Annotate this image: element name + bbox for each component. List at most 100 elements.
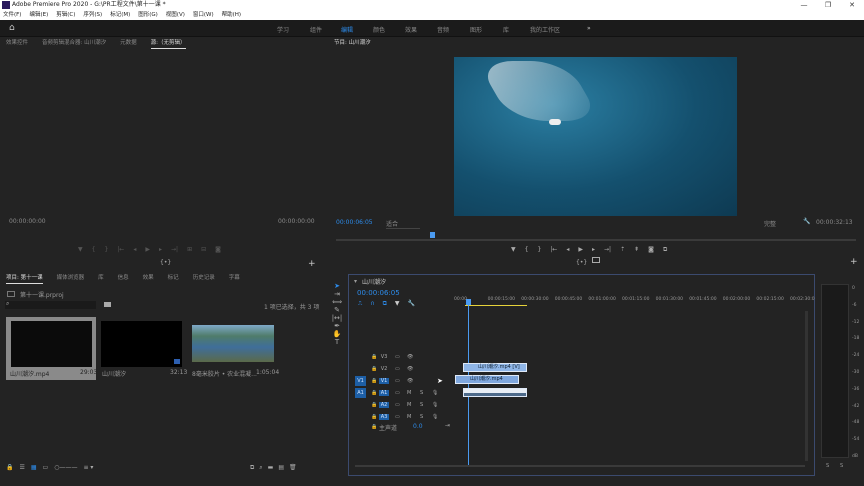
project-item-thumbnail[interactable] bbox=[192, 325, 274, 362]
lock-icon[interactable]: 🔒 bbox=[371, 354, 377, 360]
workspace-editing[interactable]: 编辑 bbox=[341, 25, 353, 34]
tab-info[interactable]: 信息 bbox=[118, 272, 129, 284]
close-button[interactable]: ✕ bbox=[840, 0, 864, 10]
go-to-end-icon[interactable]: ⇥ bbox=[445, 422, 450, 429]
mark-in-icon[interactable]: { bbox=[92, 246, 96, 253]
trash-icon[interactable]: 🗑 bbox=[289, 464, 297, 472]
track-select-tool-icon[interactable]: ⇥ bbox=[328, 290, 346, 298]
menu-marker[interactable]: 标记(M) bbox=[110, 10, 130, 20]
overlay-icon[interactable] bbox=[592, 257, 600, 263]
ripple-edit-tool-icon[interactable]: ⟺ bbox=[328, 298, 346, 306]
step-forward-icon[interactable]: ▸ bbox=[592, 246, 595, 254]
automate-to-sequence-icon[interactable]: ⧉ bbox=[250, 464, 254, 472]
safe-margins-icon[interactable]: {•} bbox=[576, 259, 587, 266]
tab-metadata[interactable]: 元数据 bbox=[120, 37, 137, 49]
overwrite-icon[interactable]: ⊟ bbox=[201, 246, 206, 253]
go-to-out-icon[interactable]: →| bbox=[604, 246, 611, 254]
project-item-name[interactable]: 山川潮汐.mp4 bbox=[10, 369, 49, 378]
new-bin-icon[interactable] bbox=[104, 302, 111, 307]
sequence-tab[interactable]: 山川潮汐 bbox=[362, 277, 386, 286]
lock-icon[interactable]: 🔒 bbox=[6, 464, 13, 471]
track-target[interactable]: V1 bbox=[379, 377, 389, 384]
sync-lock-icon[interactable]: ▭ bbox=[395, 402, 400, 408]
workspace-color[interactable]: 颜色 bbox=[373, 25, 385, 34]
microphone-icon[interactable]: 🎙 bbox=[432, 390, 438, 396]
mark-out-icon[interactable]: } bbox=[104, 246, 108, 253]
play-icon[interactable]: ▶ bbox=[578, 246, 583, 254]
project-item-thumbnail[interactable] bbox=[11, 321, 92, 367]
microphone-icon[interactable]: 🎙 bbox=[432, 414, 438, 420]
marker-icon[interactable]: ▼ bbox=[78, 246, 83, 253]
lock-icon[interactable]: 🔒 bbox=[371, 366, 377, 372]
menu-graphics[interactable]: 图形(G) bbox=[138, 10, 158, 20]
new-item-icon[interactable]: ▤ bbox=[278, 464, 284, 472]
tab-project[interactable]: 项目: 第十一课 bbox=[6, 272, 43, 284]
timeline-timecode[interactable]: 00:00:06:05 bbox=[357, 289, 400, 297]
timeline-horizontal-scrollbar[interactable] bbox=[355, 465, 805, 467]
lock-icon[interactable]: 🔒 bbox=[371, 414, 377, 420]
eye-icon[interactable]: 👁 bbox=[407, 354, 413, 360]
menu-help[interactable]: 帮助(H) bbox=[222, 10, 241, 20]
home-icon[interactable]: ⌂ bbox=[9, 23, 15, 33]
add-button-icon[interactable]: + bbox=[850, 257, 858, 267]
tab-effect-controls[interactable]: 效果控件 bbox=[6, 37, 28, 49]
solo-right-button[interactable]: S bbox=[840, 463, 843, 469]
project-item-thumbnail[interactable] bbox=[101, 321, 182, 367]
time-ruler[interactable]: 00:00 00:00:15:00 00:00:30:00 00:00:45:00 00… bbox=[454, 275, 815, 305]
step-forward-icon[interactable]: ▸ bbox=[159, 246, 162, 253]
sort-icon[interactable]: ≡ ▾ bbox=[83, 464, 93, 471]
mute-button[interactable]: M bbox=[407, 414, 411, 420]
track-target[interactable]: A1 bbox=[379, 389, 389, 396]
tab-effects[interactable]: 效果 bbox=[143, 272, 154, 284]
workspace-custom[interactable]: 我的工作区 bbox=[530, 25, 560, 34]
tab-markers[interactable]: 标记 bbox=[168, 272, 179, 284]
source-patch-a1[interactable]: A1 bbox=[355, 388, 366, 398]
settings-wrench-icon[interactable]: 🔧 bbox=[408, 300, 415, 308]
program-timecode[interactable]: 00:00:06:05 bbox=[336, 219, 373, 226]
snap-icon[interactable]: ∩ bbox=[370, 300, 374, 308]
timeline-vertical-scrollbar[interactable] bbox=[805, 311, 808, 461]
menu-clip[interactable]: 剪辑(C) bbox=[56, 10, 75, 20]
solo-button[interactable]: S bbox=[420, 390, 423, 396]
track-target[interactable]: V2 bbox=[379, 366, 389, 372]
insert-icon[interactable]: ⊞ bbox=[187, 246, 192, 253]
tab-captions[interactable]: 字幕 bbox=[229, 272, 240, 284]
lift-icon[interactable]: ⇡ bbox=[620, 246, 625, 254]
track-target[interactable]: A2 bbox=[379, 401, 389, 408]
mute-button[interactable]: M bbox=[407, 390, 411, 396]
selection-tool-icon[interactable]: ➤ bbox=[328, 282, 346, 290]
work-area-bar[interactable] bbox=[465, 305, 527, 306]
mute-button[interactable]: M bbox=[407, 402, 411, 408]
workspace-learn[interactable]: 学习 bbox=[277, 25, 289, 34]
go-to-out-icon[interactable]: →| bbox=[171, 246, 178, 253]
list-view-icon[interactable]: ☰ bbox=[19, 464, 24, 471]
workspace-libraries[interactable]: 库 bbox=[503, 25, 509, 34]
wrench-icon[interactable]: 🔧 bbox=[803, 218, 810, 225]
find-icon[interactable]: ⌕ bbox=[259, 464, 262, 472]
maximize-button[interactable]: ❐ bbox=[816, 0, 840, 10]
export-frame-icon[interactable]: ◙ bbox=[215, 246, 221, 253]
sync-lock-icon[interactable]: ▭ bbox=[395, 366, 400, 372]
menu-window[interactable]: 窗口(W) bbox=[193, 10, 214, 20]
video-clip[interactable]: 山川潮汐.mp4 [V] bbox=[463, 363, 527, 372]
quality-dropdown[interactable]: 完整 bbox=[764, 219, 796, 228]
eye-icon[interactable]: 👁 bbox=[407, 366, 413, 372]
menu-view[interactable]: 视图(V) bbox=[166, 10, 185, 20]
zoom-slider[interactable]: ○——— bbox=[54, 464, 77, 471]
fit-dropdown[interactable]: 适合 bbox=[386, 219, 420, 229]
icon-view-icon[interactable]: ▦ bbox=[31, 464, 37, 471]
lock-icon[interactable]: 🔒 bbox=[371, 378, 377, 384]
marker-icon[interactable]: ▼ bbox=[511, 246, 516, 254]
workspace-graphics[interactable]: 图形 bbox=[470, 25, 482, 34]
lock-icon[interactable]: 🔒 bbox=[371, 424, 377, 430]
play-icon[interactable]: ▶ bbox=[145, 246, 150, 253]
tab-media-browser[interactable]: 媒体浏览器 bbox=[57, 272, 85, 284]
type-tool-icon[interactable]: T bbox=[328, 338, 346, 346]
add-marker-icon[interactable]: ▼ bbox=[395, 300, 400, 308]
project-search-input[interactable] bbox=[5, 301, 96, 309]
program-scrubber[interactable] bbox=[336, 239, 856, 241]
minimize-button[interactable]: — bbox=[792, 0, 816, 10]
razor-tool-icon[interactable]: ✎ bbox=[328, 306, 346, 314]
new-bin-icon[interactable]: ▬ bbox=[268, 464, 274, 472]
master-volume[interactable]: 0.0 bbox=[413, 423, 423, 430]
